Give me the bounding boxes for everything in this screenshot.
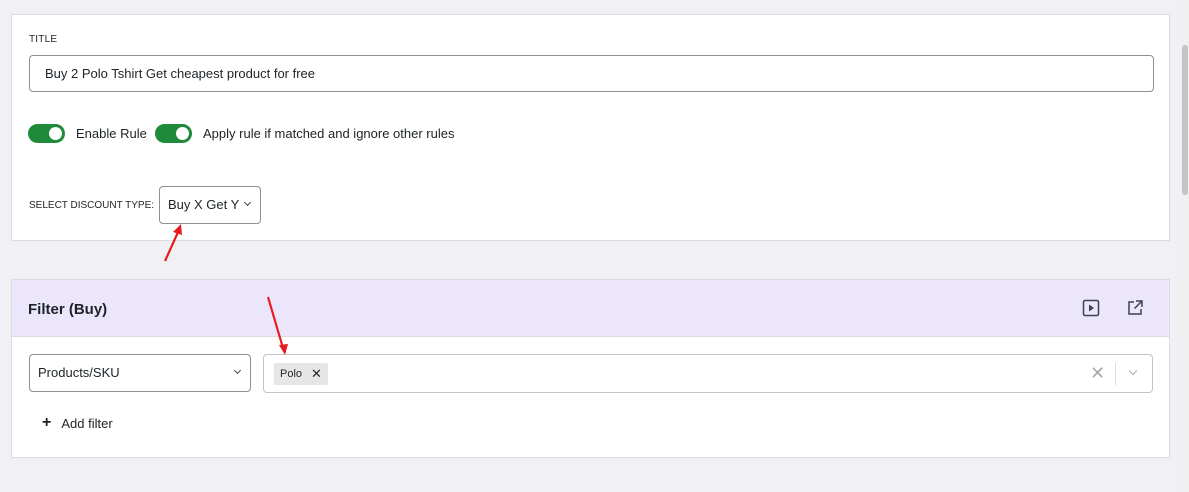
annotation-overlay	[163, 224, 288, 355]
annotation-arrow-tag	[266, 296, 288, 355]
annotation-arrow-discount	[163, 224, 182, 262]
